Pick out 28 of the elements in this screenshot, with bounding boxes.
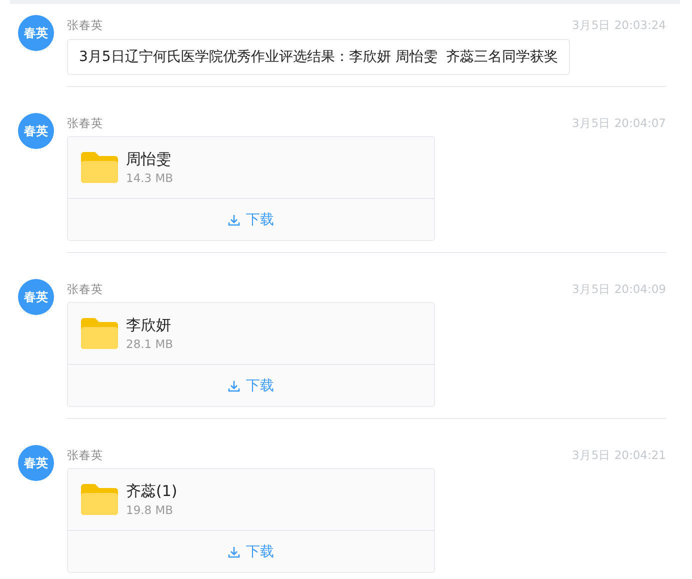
download-button[interactable]: 下载 [68,199,434,240]
avatar: 春英 [18,279,54,315]
file-size: 28.1 MB [126,337,174,351]
message-time: 3月5日 20:04:21 [572,448,666,462]
message-time: 3月5日 20:03:24 [572,18,666,32]
folder-icon [81,318,118,349]
download-icon [228,380,240,392]
sender-name: 张春英 [67,282,103,296]
file-name: 李欣妍 [126,316,172,335]
file-name: 周怡雯 [126,150,172,169]
avatar: 春英 [18,15,54,51]
folder-icon [81,152,118,183]
file-size: 19.8 MB [126,503,174,517]
file-size: 14.3 MB [126,171,174,185]
avatar: 春英 [18,445,54,481]
message-time: 3月5日 20:04:09 [572,282,666,296]
download-button[interactable]: 下载 [68,365,434,406]
message-time: 3月5日 20:04:07 [572,116,666,130]
sender-name: 张春英 [67,18,103,32]
download-button[interactable]: 下载 [68,531,434,572]
avatar: 春英 [18,113,54,149]
folder-icon [81,484,118,515]
download-icon [228,214,240,226]
download-icon [228,546,240,558]
message-bubble: 3月5日辽宁何氏医学院优秀作业评选结果：李欣妍 周怡雯 齐蕊三名同学获奖 [67,39,570,75]
sender-name: 张春英 [67,448,103,462]
sender-name: 张春英 [67,116,103,130]
file-name: 齐蕊(1) [126,482,178,501]
